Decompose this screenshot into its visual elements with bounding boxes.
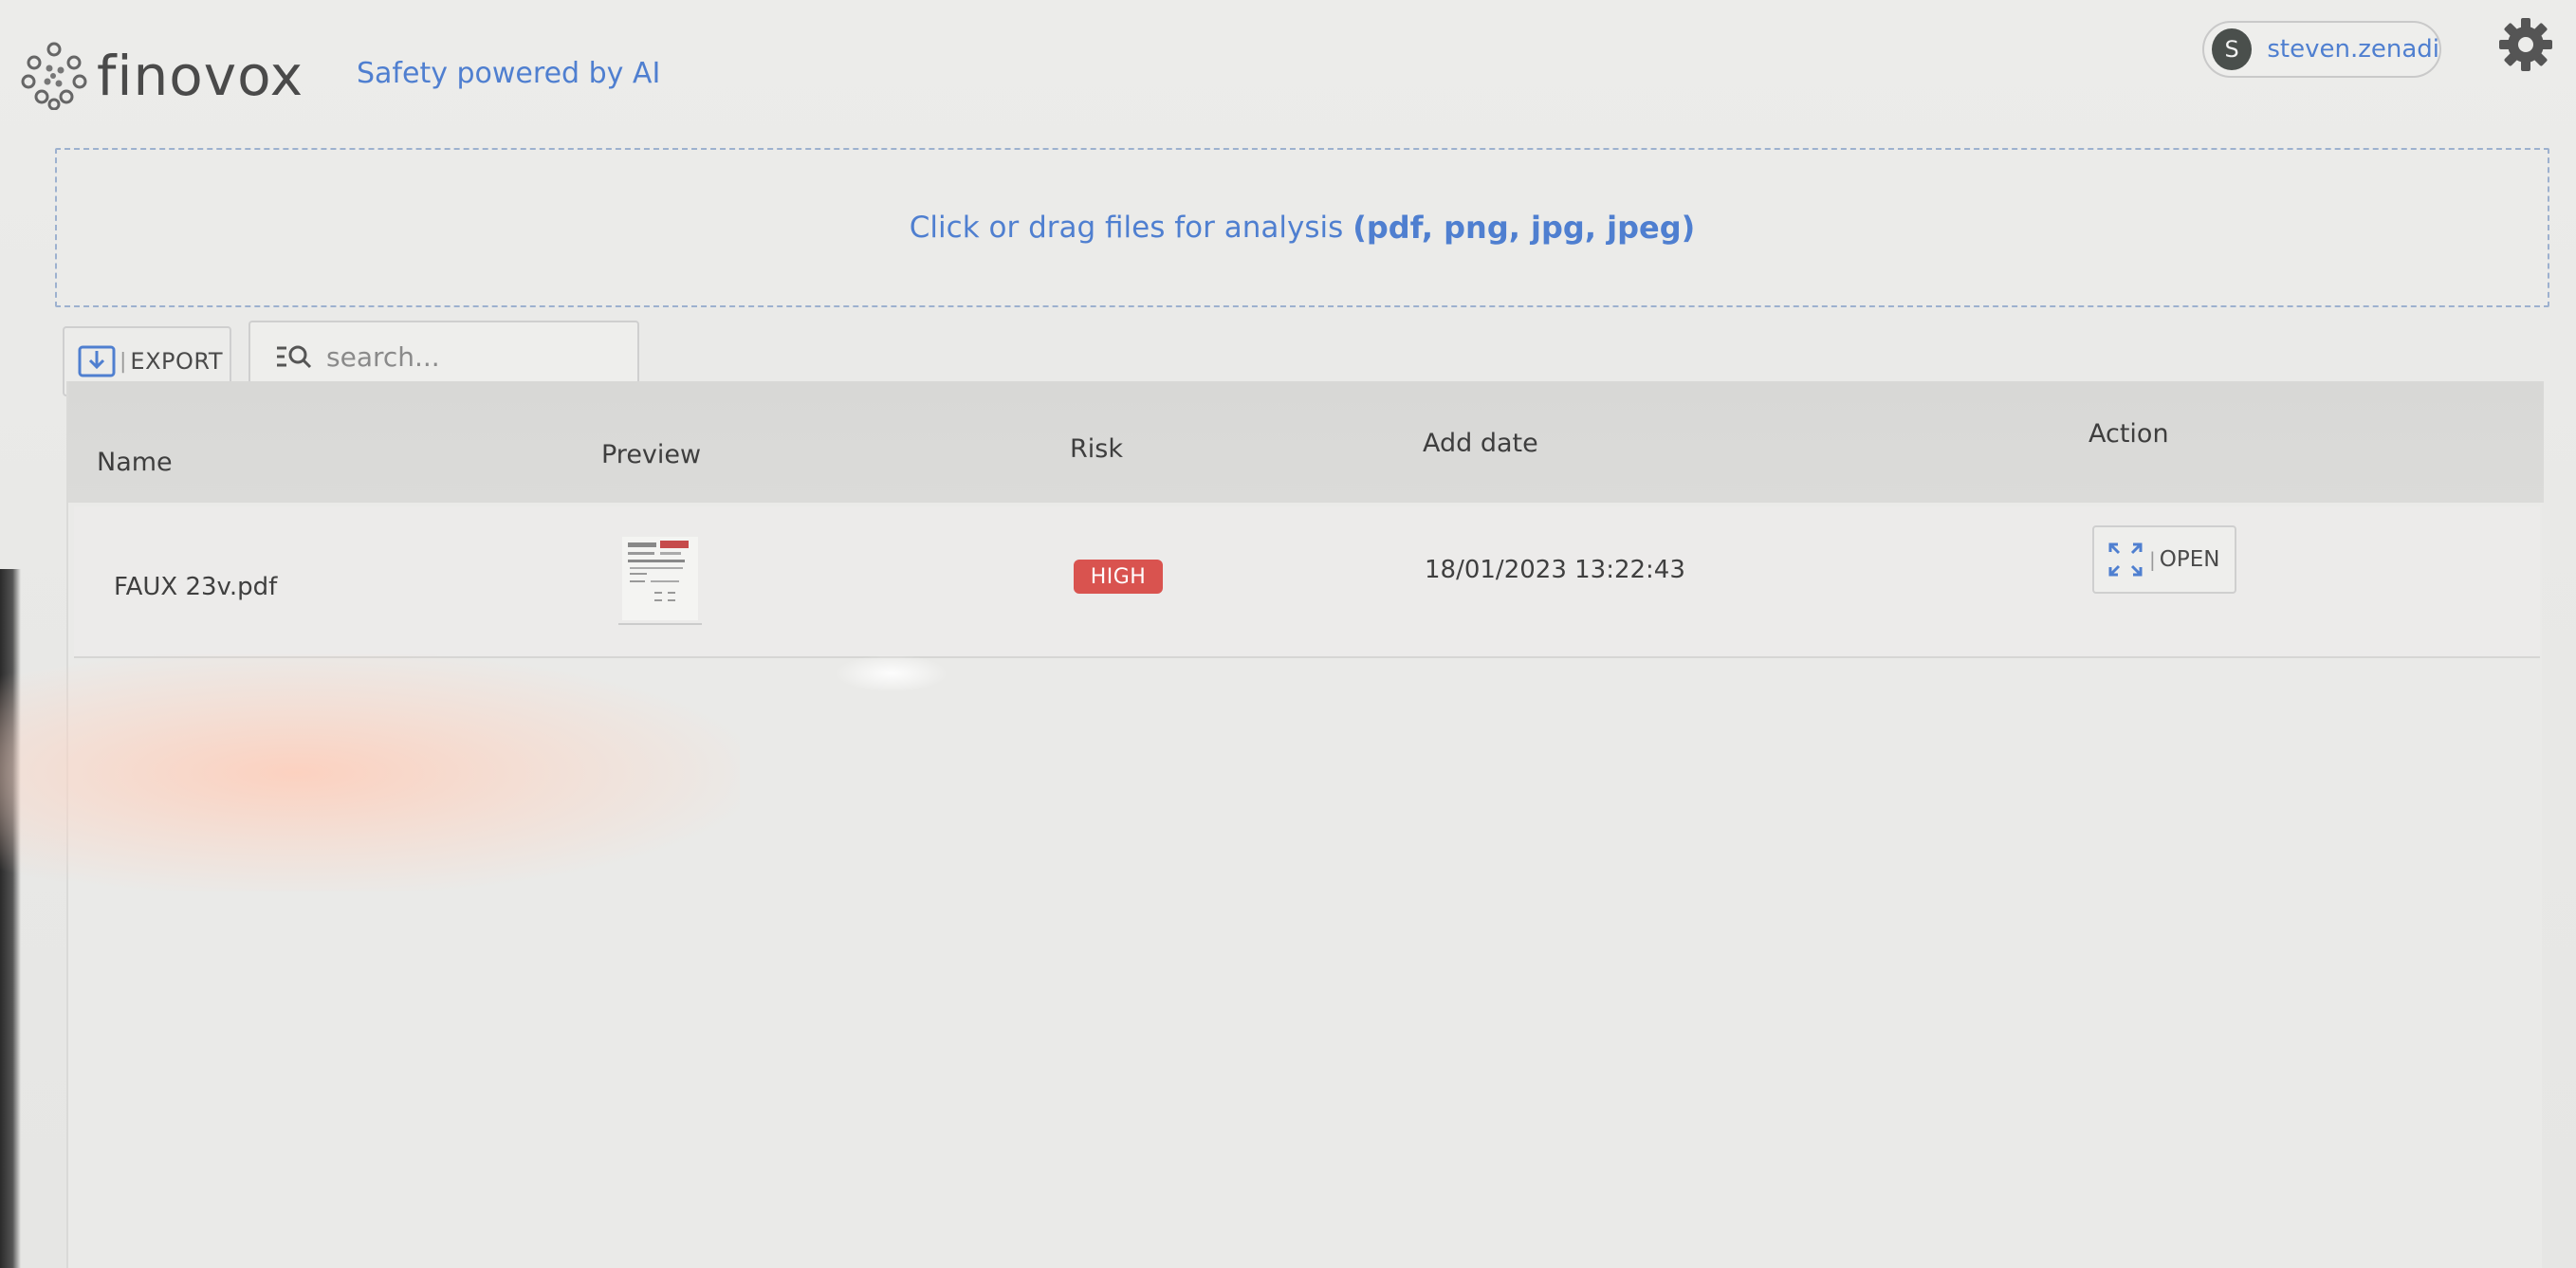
dropzone-text: Click or drag files for analysis <box>909 211 1344 245</box>
column-header-add-date[interactable]: Add date <box>1423 429 1538 458</box>
open-separator: | <box>2149 548 2156 571</box>
table-row[interactable]: FAUX 23v.pdf HIGH 18/01/2023 13:22:43 | … <box>74 506 2540 658</box>
user-menu-button[interactable]: S steven.zenadi <box>2202 21 2441 78</box>
export-label: EXPORT <box>130 348 223 375</box>
gear-icon[interactable] <box>2498 17 2553 72</box>
brand-logo[interactable]: finovox <box>21 42 304 110</box>
document-preview-thumbnail[interactable] <box>616 535 704 626</box>
brand-name: finovox <box>97 44 304 108</box>
username: steven.zenadi <box>2267 35 2439 64</box>
column-header-risk[interactable]: Risk <box>1070 434 1123 464</box>
finovox-logo-icon <box>21 42 87 110</box>
search-icon <box>277 345 312 369</box>
dropzone-file-types: (pdf, png, jpg, jpeg) <box>1352 210 1696 246</box>
file-dropzone[interactable]: Click or drag files for analysis (pdf, p… <box>55 148 2549 307</box>
table-header: Name Preview Risk Add date Action <box>68 381 2544 503</box>
expand-icon <box>2108 542 2143 577</box>
column-header-preview: Preview <box>601 440 702 469</box>
file-name: FAUX 23v.pdf <box>114 573 278 601</box>
column-header-action: Action <box>2088 419 2169 449</box>
screen-bezel <box>0 569 21 1268</box>
tagline: Safety powered by AI <box>357 57 661 90</box>
column-header-name[interactable]: Name <box>97 448 173 477</box>
add-date: 18/01/2023 13:22:43 <box>1425 556 1685 584</box>
avatar: S <box>2212 28 2253 70</box>
open-label: OPEN <box>2159 547 2220 572</box>
download-icon <box>78 345 116 377</box>
files-table: Name Preview Risk Add date Action FAUX 2… <box>66 381 2544 1268</box>
export-separator: | <box>120 349 127 374</box>
open-button[interactable]: | OPEN <box>2092 525 2236 594</box>
app-page: finovox Safety powered by AI S steven.ze… <box>0 0 2576 1268</box>
search-input[interactable] <box>326 340 630 373</box>
risk-badge: HIGH <box>1074 560 1163 594</box>
